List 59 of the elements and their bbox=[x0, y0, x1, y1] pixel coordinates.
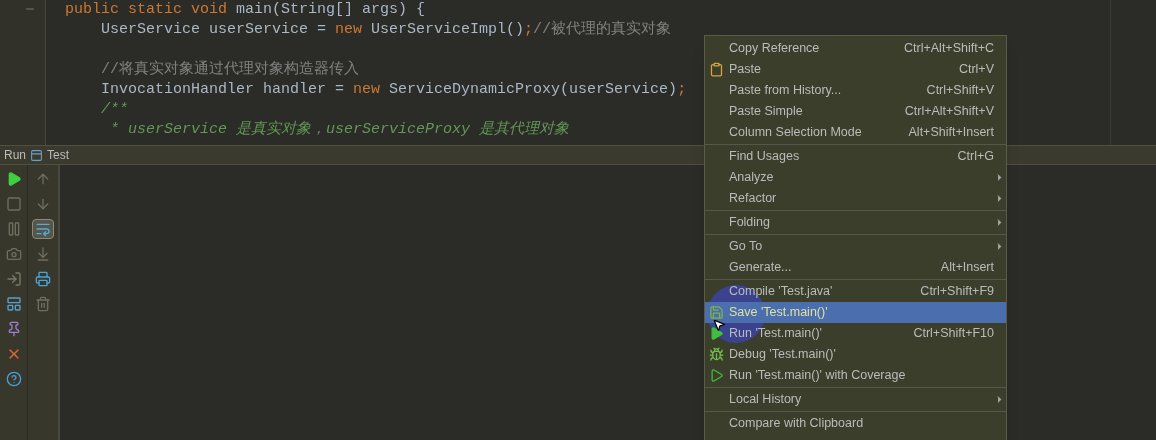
shortcut-label: Ctrl+Alt+Shift+C bbox=[904, 40, 994, 58]
menu-item[interactable]: Run 'Test.main()' with Coverage bbox=[705, 365, 1006, 386]
play-icon bbox=[709, 368, 724, 383]
code-token: UserServiceImpl() bbox=[370, 21, 525, 38]
code-token: /** bbox=[100, 101, 128, 118]
save-icon bbox=[709, 305, 724, 320]
bug-icon bbox=[709, 347, 724, 362]
printer-icon[interactable] bbox=[35, 271, 51, 287]
code-token: ; bbox=[524, 21, 534, 38]
shortcut-label: Ctrl+Shift+F9 bbox=[920, 283, 994, 301]
menu-item[interactable]: Folding bbox=[705, 212, 1006, 233]
menu-item[interactable]: Go To bbox=[705, 236, 1006, 257]
code-token: new bbox=[353, 81, 381, 98]
trash-icon[interactable] bbox=[35, 296, 51, 312]
menu-item[interactable]: Debug 'Test.main()' bbox=[705, 344, 1006, 365]
code-token: //被代理的真实对象 bbox=[533, 21, 672, 38]
stop-icon[interactable] bbox=[5, 196, 22, 212]
console-icon bbox=[30, 148, 43, 162]
run-tab[interactable]: Test bbox=[47, 146, 70, 164]
code-token: ServiceDynamicProxy(userService) bbox=[388, 81, 678, 98]
menu-item[interactable]: Copy Reference Ctrl+Alt+Shift+C bbox=[705, 38, 1006, 59]
soft-wrap-toggle[interactable] bbox=[32, 219, 54, 239]
menu-item[interactable]: Refactor bbox=[705, 188, 1006, 209]
code-token: InvocationHandler handler = bbox=[100, 81, 346, 98]
menu-item[interactable]: Paste from History... Ctrl+Shift+V bbox=[705, 80, 1006, 101]
play-icon bbox=[709, 326, 724, 341]
clipboard-icon bbox=[709, 62, 724, 77]
shortcut-label: Ctrl+Alt+Shift+V bbox=[904, 103, 994, 121]
menu-item[interactable]: Paste Ctrl+V bbox=[705, 59, 1006, 80]
menu-item[interactable]: Paste Simple Ctrl+Alt+Shift+V bbox=[705, 101, 1006, 122]
menu-item[interactable]: Run 'Test.main()' Ctrl+Shift+F10 bbox=[705, 323, 1006, 344]
menu-item[interactable]: Generate... Alt+Insert bbox=[705, 257, 1006, 278]
camera-icon[interactable] bbox=[5, 246, 22, 262]
shortcut-label: Alt+Shift+Insert bbox=[908, 124, 994, 142]
code-token: new bbox=[335, 21, 363, 38]
menu-item[interactable]: Save 'Test.main()' bbox=[705, 302, 1006, 323]
scroll-end-icon[interactable] bbox=[35, 246, 51, 262]
mouse-cursor-icon bbox=[712, 318, 726, 332]
code-token: ; bbox=[677, 81, 687, 98]
code-token: UserService userService = bbox=[100, 21, 328, 38]
shortcut-label: Ctrl+Shift+V bbox=[926, 82, 994, 100]
menu-item[interactable]: Local History bbox=[705, 389, 1006, 410]
menu-item[interactable]: Analyze bbox=[705, 167, 1006, 188]
shortcut-label: Ctrl+G bbox=[957, 148, 994, 166]
exit-icon[interactable] bbox=[5, 271, 22, 287]
code-token: * userService 是真实对象，userServiceProxy 是其代理对象 bbox=[109, 121, 570, 138]
shortcut-label: Ctrl+Shift+F10 bbox=[913, 325, 994, 343]
layout-icon[interactable] bbox=[5, 296, 22, 312]
menu-item[interactable]: Find Usages Ctrl+G bbox=[705, 146, 1006, 167]
panel-title: Run bbox=[4, 147, 26, 164]
code-token: //将真实对象通过代理对象构造器传入 bbox=[100, 61, 359, 78]
shortcut-label: Alt+Insert bbox=[940, 259, 994, 277]
menu-item[interactable]: Column Selection Mode Alt+Shift+Insert bbox=[705, 122, 1006, 143]
help-icon[interactable] bbox=[5, 371, 22, 387]
code-token: public static void bbox=[65, 1, 229, 18]
code-token: main(String[] args) { bbox=[236, 1, 426, 18]
menu-item[interactable]: Compare with Clipboard bbox=[705, 413, 1006, 434]
soft-wrap-icon bbox=[35, 221, 51, 237]
shortcut-label: Ctrl+V bbox=[958, 61, 994, 79]
